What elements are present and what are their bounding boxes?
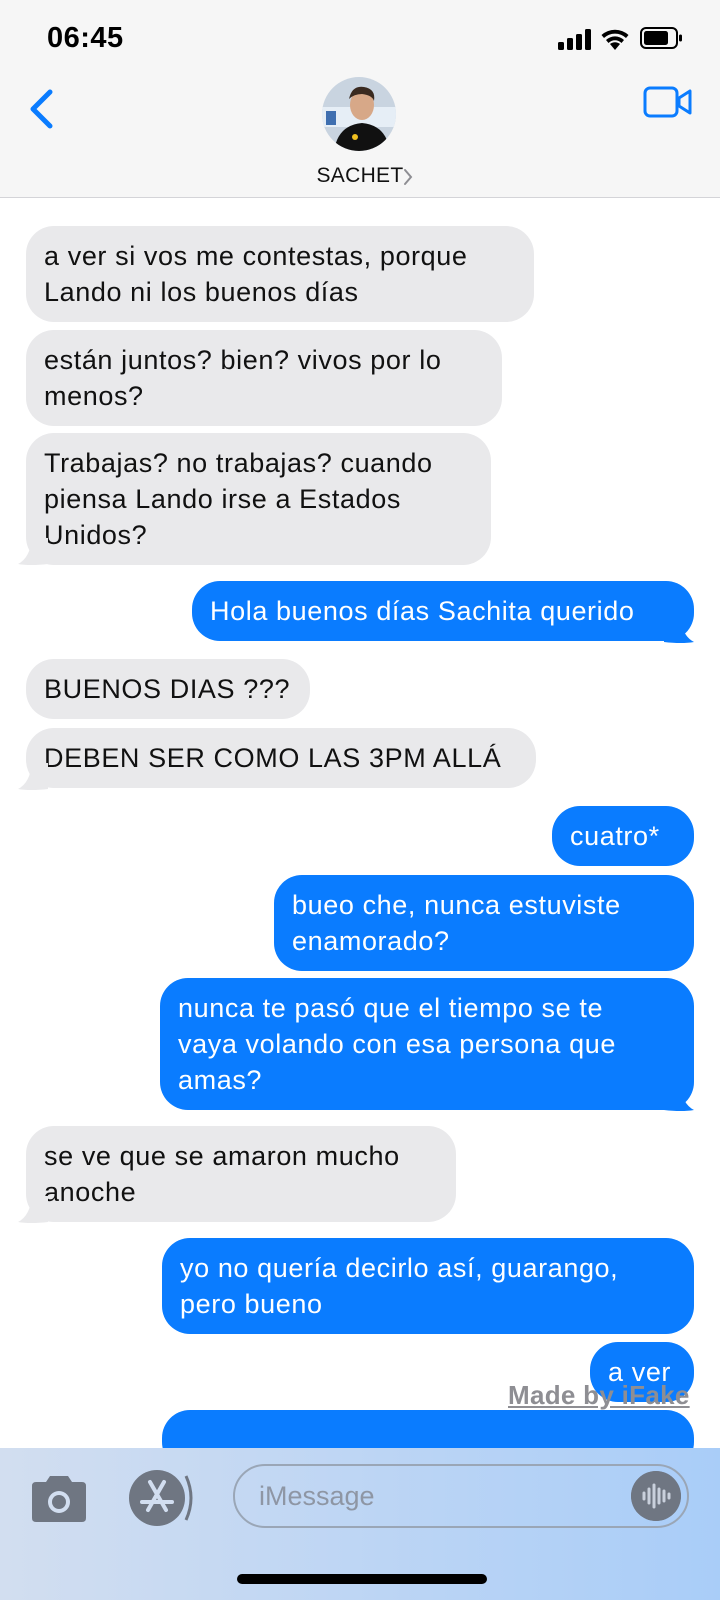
video-camera-icon[interactable] [643, 85, 693, 119]
wifi-icon [601, 29, 629, 50]
battery-icon [640, 27, 682, 49]
app-store-icon[interactable] [126, 1468, 196, 1528]
incoming-message: Trabajas? no trabajas? cuando piensa Lan… [26, 433, 491, 565]
camera-icon[interactable] [28, 1474, 90, 1524]
conversation-header: SACHET [0, 72, 720, 198]
outgoing-message: bueo che, nunca estuviste enamorado? [274, 875, 694, 971]
status-time: 06:45 [47, 22, 124, 54]
bubble-tail [664, 616, 694, 643]
status-bar: 06:45 [0, 0, 720, 72]
message-thread: a ver si vos me contestas, porque Lando … [0, 198, 720, 1448]
message-input[interactable]: iMessage [233, 1464, 689, 1528]
incoming-message: a ver si vos me contestas, porque Lando … [26, 226, 534, 322]
voice-waveform-icon[interactable] [631, 1471, 681, 1521]
bubble-tail [18, 538, 48, 565]
incoming-message: están juntos? bien? vivos por lo menos? [26, 330, 502, 426]
bubble-tail [18, 763, 48, 790]
chevron-right-icon [404, 169, 413, 185]
contact-avatar[interactable] [322, 77, 396, 151]
outgoing-message: cuatro* [552, 806, 694, 866]
bubble-tail [664, 1084, 694, 1111]
home-indicator [237, 1574, 487, 1584]
back-chevron-icon[interactable] [24, 84, 64, 134]
incoming-message: BUENOS DIAS ??? [26, 659, 310, 719]
signal-icon [558, 28, 592, 50]
outgoing-message: Hola buenos días Sachita querido [192, 581, 694, 641]
outgoing-message-partial [162, 1410, 694, 1448]
watermark: Made by iFake [508, 1380, 690, 1410]
incoming-message: se ve que se amaron mucho anoche [26, 1126, 456, 1222]
contact-name[interactable]: SACHET [0, 164, 720, 188]
outgoing-message: nunca te pasó que el tiempo se te vaya v… [160, 978, 694, 1110]
outgoing-message: yo no quería decirlo así, guarango, pero… [162, 1238, 694, 1334]
incoming-message: DEBEN SER COMO LAS 3PM ALLÁ [26, 728, 536, 788]
message-input-placeholder: iMessage [259, 1481, 375, 1511]
bubble-tail [18, 1196, 48, 1223]
